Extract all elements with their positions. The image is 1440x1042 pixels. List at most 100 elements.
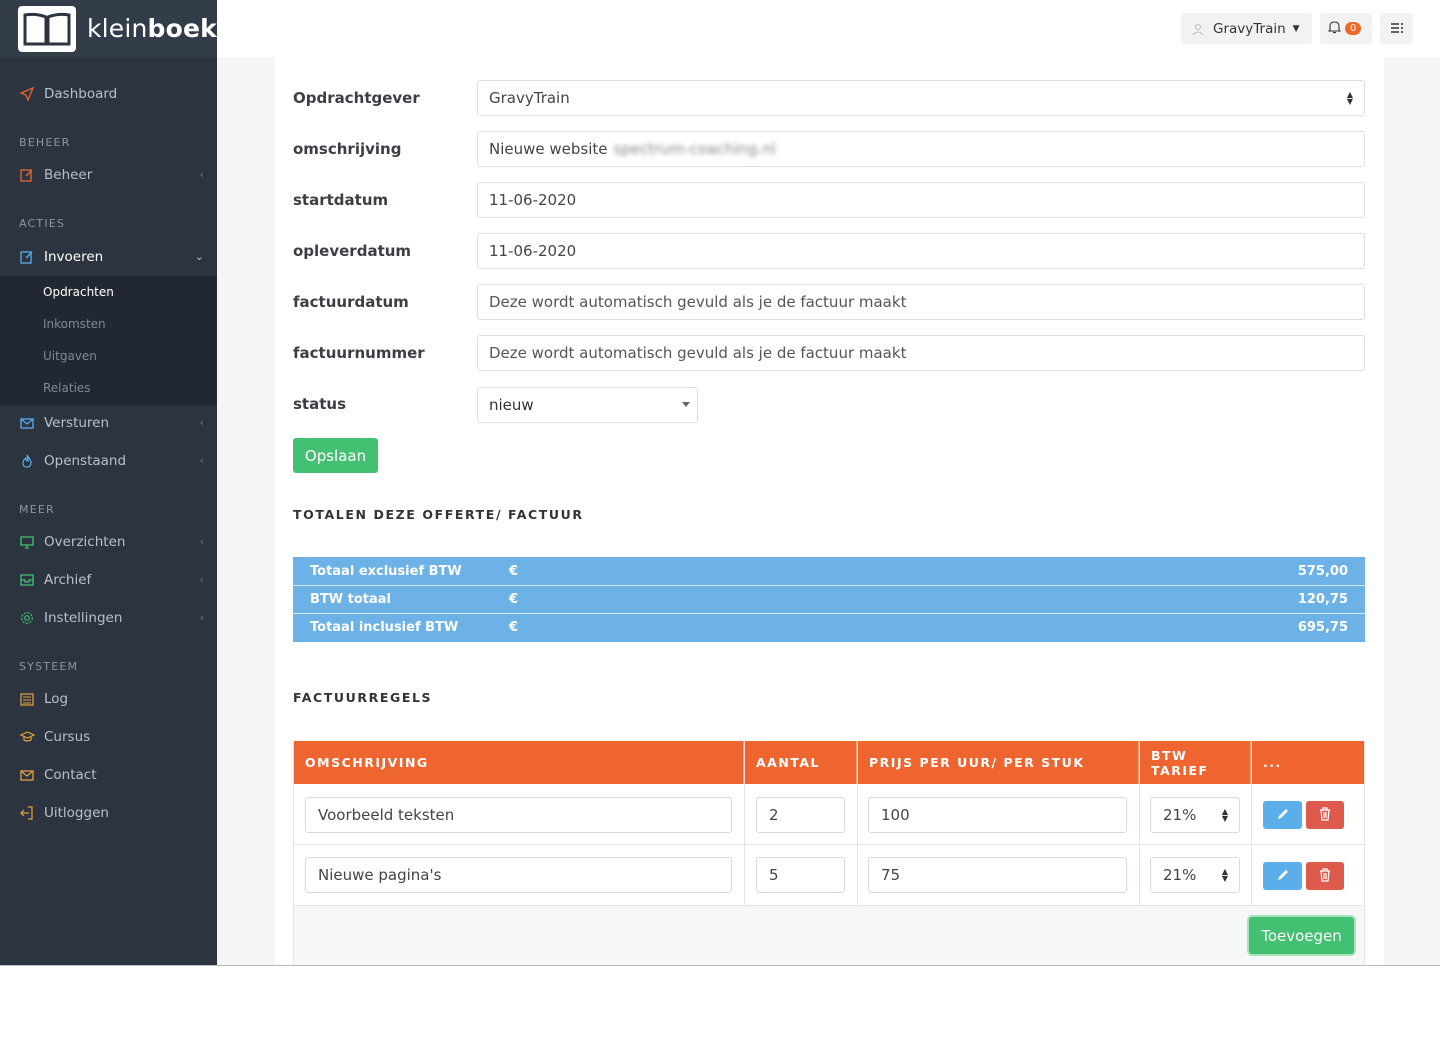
opdrachtgever-select[interactable]: GravyTrain ▲ ▼ bbox=[477, 80, 1365, 116]
totals-label: Totaal exclusief BTW bbox=[310, 564, 462, 579]
sidebar-submenu: Opdrachten Inkomsten Uitgaven Relaties bbox=[0, 276, 217, 405]
logo-text: kleinboek bbox=[86, 14, 217, 43]
caret-down-icon bbox=[682, 402, 690, 407]
line-description-input[interactable]: Nieuwe pagina's bbox=[305, 857, 732, 893]
sidebar-item-contact[interactable]: Contact bbox=[0, 756, 217, 794]
vat-value: 21% bbox=[1163, 866, 1197, 884]
sidebar-item-beheer[interactable]: Beheer ‹ bbox=[0, 156, 217, 194]
line-vat-select[interactable]: 21% ▲ ▼ bbox=[1150, 797, 1240, 833]
sidebar-item-label: Uitloggen bbox=[44, 805, 109, 821]
table-row: Nieuwe pagina's 5 75 21% ▲ ▼ bbox=[293, 845, 1365, 906]
pencil-icon bbox=[1276, 806, 1290, 825]
nav-header-acties: ACTIES bbox=[19, 217, 66, 230]
sidebar-item-instellingen[interactable]: Instellingen ‹ bbox=[0, 599, 217, 637]
totals-label: BTW totaal bbox=[310, 592, 392, 607]
totals-label: Totaal inclusief BTW bbox=[310, 620, 459, 635]
add-line-button[interactable]: Toevoegen bbox=[1249, 917, 1354, 954]
line-quantity-input[interactable]: 5 bbox=[756, 857, 845, 893]
label-status: status bbox=[293, 395, 346, 413]
sidebar-item-dashboard[interactable]: Dashboard bbox=[0, 75, 217, 113]
gear-icon bbox=[19, 610, 35, 626]
save-button[interactable]: Opslaan bbox=[293, 438, 378, 473]
delete-button[interactable] bbox=[1306, 801, 1344, 829]
trash-icon bbox=[1319, 806, 1331, 825]
sidebar-subitem-inkomsten[interactable]: Inkomsten bbox=[43, 317, 106, 331]
line-price-input[interactable]: 100 bbox=[868, 797, 1127, 833]
app-window: kleinboek Dashboard BEHEER Beheer ‹ ACTI… bbox=[0, 0, 1440, 965]
factuurnummer-placeholder: Deze wordt automatisch gevuld als je de … bbox=[489, 344, 907, 362]
column-header: BTW TARIEF bbox=[1139, 741, 1251, 784]
line-vat-select[interactable]: 21% ▲ ▼ bbox=[1150, 857, 1240, 893]
edit-icon bbox=[19, 167, 35, 183]
sidebar-item-uitloggen[interactable]: Uitloggen bbox=[0, 794, 217, 832]
line-description-input[interactable]: Voorbeeld teksten bbox=[305, 797, 732, 833]
user-menu-button[interactable]: GravyTrain ▼ bbox=[1181, 13, 1312, 44]
startdatum-input[interactable]: 11-06-2020 bbox=[477, 182, 1365, 218]
sidebar-subitem-uitgaven[interactable]: Uitgaven bbox=[43, 349, 97, 363]
envelope-icon bbox=[19, 767, 35, 783]
nav-header-beheer: BEHEER bbox=[19, 136, 71, 149]
topbar: GravyTrain ▼ 0 bbox=[217, 0, 1440, 57]
column-header: ... bbox=[1263, 755, 1282, 770]
chevron-left-icon: ‹ bbox=[199, 454, 204, 467]
sidebar-item-log[interactable]: Log bbox=[0, 680, 217, 718]
bell-icon bbox=[1327, 19, 1342, 38]
line-quantity-input[interactable]: 2 bbox=[756, 797, 845, 833]
sidebar-item-archief[interactable]: Archief ‹ bbox=[0, 561, 217, 599]
chevron-down-icon: ▼ bbox=[1292, 23, 1300, 34]
totals-value: 575,00 bbox=[1297, 564, 1348, 579]
list-menu-icon bbox=[1390, 19, 1404, 38]
table-footer: Toevoegen bbox=[293, 906, 1365, 965]
sidebar-item-label: Archief bbox=[44, 572, 92, 588]
column-header: OMSCHRIJVING bbox=[293, 741, 744, 784]
omschrijving-input[interactable]: Nieuwe website spectrum-coaching.nl bbox=[477, 131, 1365, 167]
totals-currency: € bbox=[509, 592, 519, 607]
sidebar-item-cursus[interactable]: Cursus bbox=[0, 718, 217, 756]
chevron-left-icon: ‹ bbox=[199, 535, 204, 548]
status-value: nieuw bbox=[489, 396, 534, 414]
edit-icon bbox=[19, 249, 35, 265]
totals-value: 120,75 bbox=[1297, 592, 1348, 607]
graduation-cap-icon bbox=[19, 729, 35, 745]
sidebar-subitem-opdrachten[interactable]: Opdrachten bbox=[43, 285, 114, 299]
sidebar: kleinboek Dashboard BEHEER Beheer ‹ ACTI… bbox=[0, 0, 217, 965]
trash-icon bbox=[1319, 867, 1331, 886]
line-price-input[interactable]: 75 bbox=[868, 857, 1127, 893]
notifications-button[interactable]: 0 bbox=[1320, 13, 1372, 44]
factuurdatum-input[interactable]: Deze wordt automatisch gevuld als je de … bbox=[477, 284, 1365, 320]
envelope-icon bbox=[19, 415, 35, 431]
sidebar-item-label: Instellingen bbox=[44, 610, 123, 626]
divider bbox=[744, 741, 745, 906]
status-select[interactable]: nieuw bbox=[477, 387, 698, 423]
edit-button[interactable] bbox=[1263, 801, 1302, 829]
book-icon bbox=[19, 691, 35, 707]
edit-button[interactable] bbox=[1263, 862, 1302, 890]
sidebar-item-label: Log bbox=[44, 691, 69, 707]
inbox-icon bbox=[19, 572, 35, 588]
omschrijving-value: Nieuwe website bbox=[489, 140, 608, 158]
book-icon bbox=[18, 5, 76, 52]
delete-button[interactable] bbox=[1306, 862, 1344, 890]
sidebar-item-label: Overzichten bbox=[44, 534, 126, 550]
window-bottom-area bbox=[0, 965, 1440, 1042]
sidebar-item-versturen[interactable]: Versturen ‹ bbox=[0, 404, 217, 442]
column-header: AANTAL bbox=[744, 741, 857, 784]
factuurnummer-input[interactable]: Deze wordt automatisch gevuld als je de … bbox=[477, 335, 1365, 371]
sidebar-subitem-relaties[interactable]: Relaties bbox=[43, 381, 91, 395]
label-omschrijving: omschrijving bbox=[293, 140, 402, 158]
sidebar-item-openstaand[interactable]: Openstaand ‹ bbox=[0, 442, 217, 480]
sidebar-item-overzichten[interactable]: Overzichten ‹ bbox=[0, 523, 217, 561]
opleverdatum-input[interactable]: 11-06-2020 bbox=[477, 233, 1365, 269]
nav-header-meer: MEER bbox=[19, 503, 55, 516]
totals-value: 695,75 bbox=[1297, 620, 1348, 635]
totals-row: Totaal exclusief BTW € 575,00 bbox=[293, 557, 1365, 585]
logo[interactable]: kleinboek bbox=[0, 0, 217, 57]
chevron-left-icon: ‹ bbox=[199, 168, 204, 181]
chevron-left-icon: ‹ bbox=[199, 416, 204, 429]
chevron-left-icon: ‹ bbox=[199, 611, 204, 624]
menu-button[interactable] bbox=[1380, 13, 1413, 44]
sidebar-item-invoeren[interactable]: Invoeren ⌄ bbox=[0, 238, 217, 276]
chevron-left-icon: ‹ bbox=[199, 573, 204, 586]
user-icon bbox=[1191, 22, 1205, 36]
startdatum-value: 11-06-2020 bbox=[489, 191, 577, 209]
